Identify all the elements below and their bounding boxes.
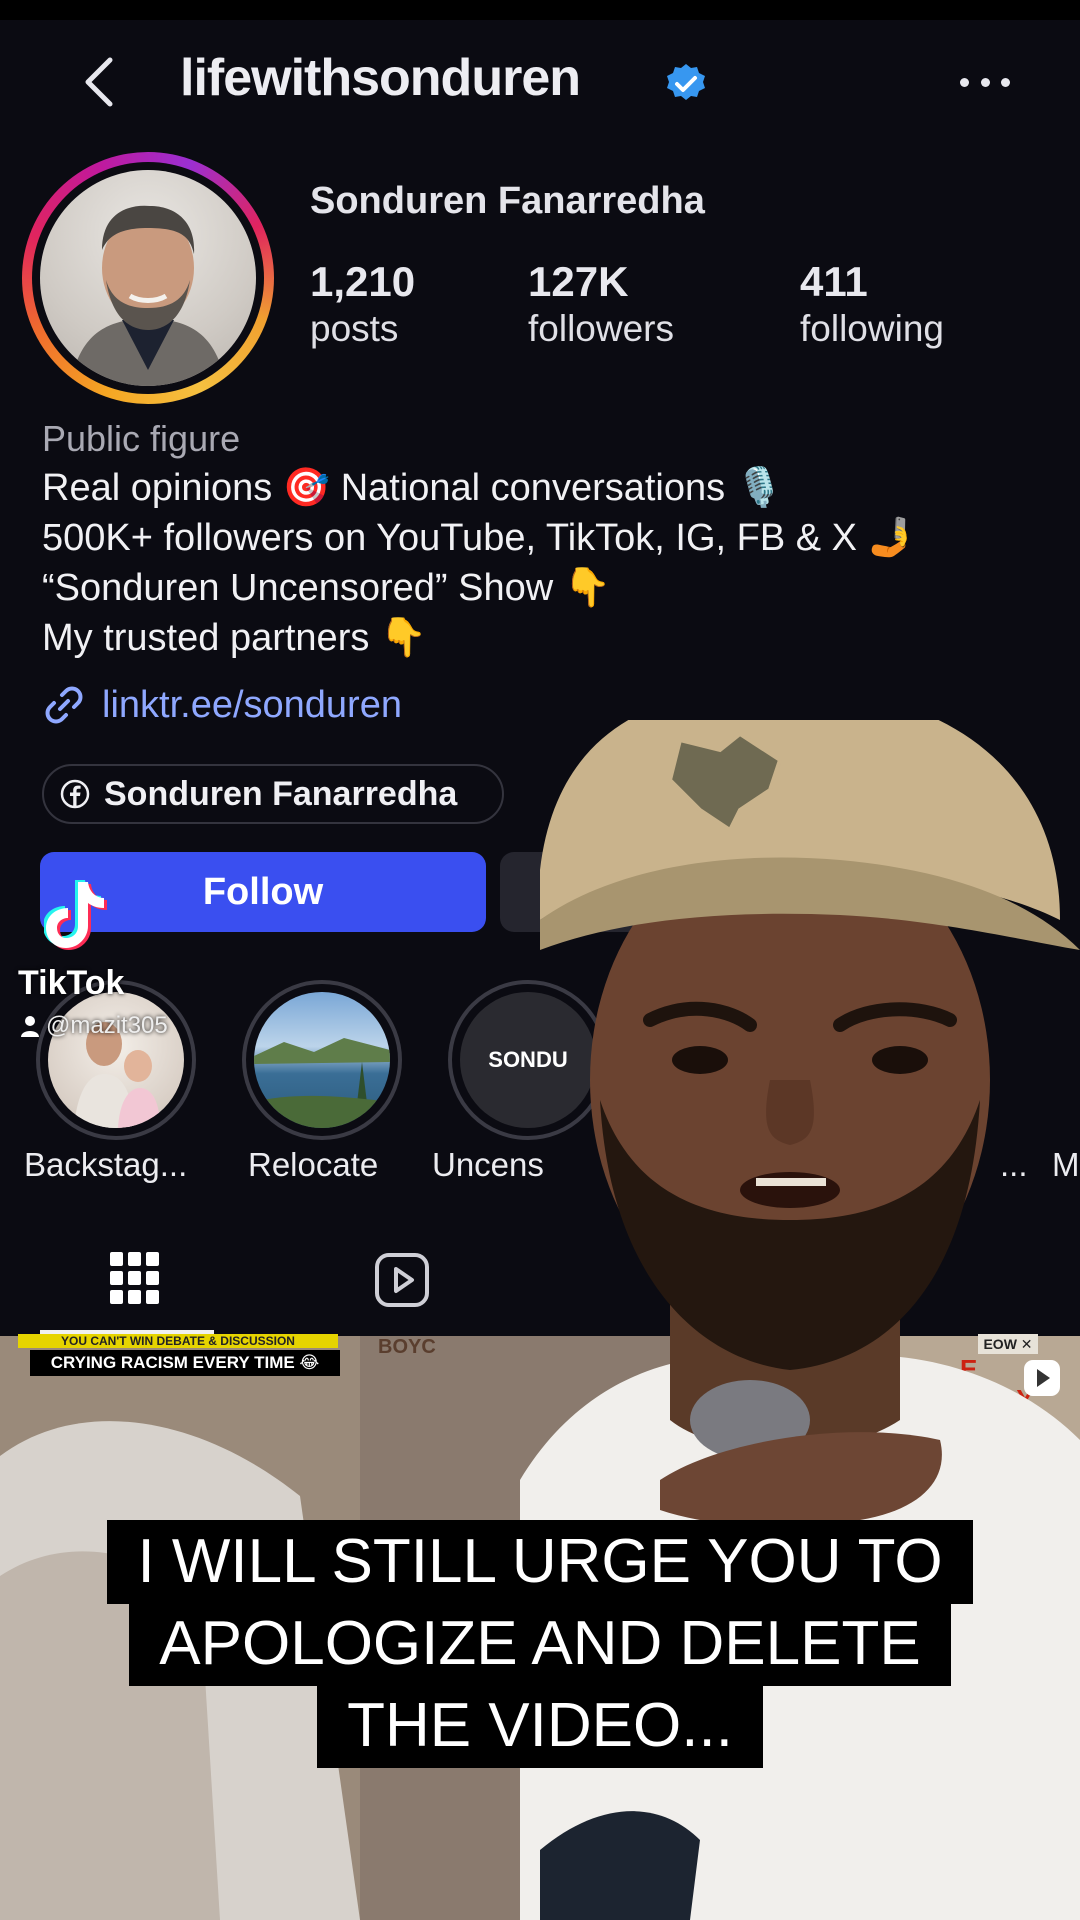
facebook-chip-label: Sonduren Fanarredha <box>104 774 458 813</box>
following-count: 411 <box>800 258 868 305</box>
following-label: following <box>800 308 944 349</box>
tiktok-watermark-handle: @mazit305 <box>20 1012 168 1040</box>
facebook-profile-chip[interactable]: Sonduren Fanarredha <box>42 764 504 824</box>
highlight-backstage[interactable] <box>36 980 196 1140</box>
highlight-relocate[interactable] <box>242 980 402 1140</box>
tiktok-logo-icon <box>44 880 107 950</box>
subtitle-line-2: APOLOGIZE AND DELETE <box>129 1602 951 1686</box>
avatar-photo <box>40 170 256 386</box>
status-strip <box>0 0 1080 20</box>
followers-count: 127K <box>528 258 629 305</box>
highlight-label-backstage: Backstag... <box>24 1146 188 1183</box>
more-options-icon[interactable] <box>960 60 1010 104</box>
profile-avatar[interactable] <box>22 152 274 404</box>
grid-tab-icon[interactable] <box>110 1250 160 1306</box>
reels-tab-icon[interactable] <box>374 1252 430 1308</box>
followers-stat[interactable]: 127K followers <box>528 258 674 352</box>
thumbnail-boycott-text: BOYC <box>378 1336 436 1358</box>
link-icon <box>45 686 83 724</box>
bio-link-text: linktr.ee/sonduren <box>102 683 402 726</box>
subtitle-line-1: I WILL STILL URGE YOU TO <box>107 1520 973 1604</box>
subtitle-line-3: THE VIDEO... <box>317 1684 763 1768</box>
bio-line-3: “Sonduren Uncensored” Show 👇 <box>42 567 612 609</box>
profile-category: Public figure <box>42 418 241 459</box>
thumbnail-top-caption: YOU CAN'T WIN DEBATE & DISCUSSION <box>18 1334 338 1348</box>
followers-label: followers <box>528 308 674 349</box>
profile-screen: lifewithsonduren Sonduren Fanarredha 1,2… <box>0 0 1080 1920</box>
person-icon <box>21 1016 39 1037</box>
bio-line-4: My trusted partners 👇 <box>42 617 428 659</box>
posts-count: 1,210 <box>310 258 416 305</box>
thumbnail-caption: CRYING RACISM EVERY TIME 😂 <box>30 1350 340 1376</box>
back-arrow-icon[interactable] <box>72 52 132 112</box>
posts-stat[interactable]: 1,210 posts <box>310 258 415 352</box>
display-name: Sonduren Fanarredha <box>310 180 705 222</box>
bio-line-2: 500K+ followers on YouTube, TikTok, IG, … <box>42 517 915 559</box>
video-subtitle: I WILL STILL URGE YOU TO APOLOGIZE AND D… <box>0 1520 1080 1768</box>
highlight-label-relocate: Relocate <box>248 1146 379 1183</box>
profile-username: lifewithsonduren <box>180 49 581 107</box>
posts-label: posts <box>310 308 399 349</box>
tiktok-watermark-brand: TikTok <box>18 964 125 1002</box>
facebook-icon <box>60 779 90 809</box>
tiktok-handle-text: @mazit305 <box>46 1012 168 1039</box>
verified-badge-icon <box>667 64 705 100</box>
bio-line-1: Real opinions 🎯 National conversations 🎙… <box>42 467 783 509</box>
bio-link[interactable]: linktr.ee/sonduren <box>42 680 402 730</box>
following-stat[interactable]: 411 following <box>800 258 944 352</box>
